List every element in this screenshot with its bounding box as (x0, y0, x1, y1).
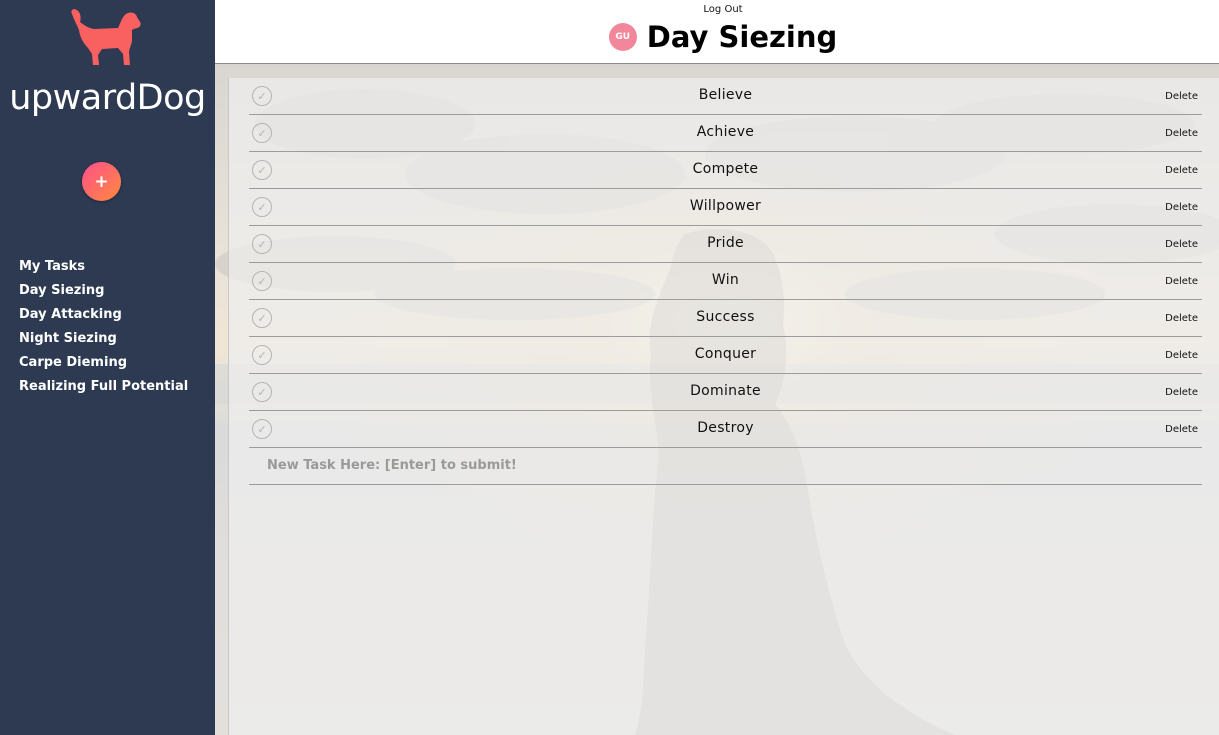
task-title: Dominate (690, 383, 761, 399)
nav-item-day-attacking[interactable]: Day Attacking (19, 306, 188, 330)
task-row: ✓ Dominate Delete (249, 374, 1202, 411)
task-row: ✓ Believe Delete (249, 78, 1202, 115)
header: Log Out GU Day Siezing (215, 0, 1219, 64)
nav-item-realizing-full-potential[interactable]: Realizing Full Potential (19, 378, 188, 402)
new-task-input[interactable] (249, 448, 1202, 483)
task-row: ✓ Compete Delete (249, 152, 1202, 189)
logout-link[interactable]: Log Out (215, 4, 1219, 15)
task-row: ✓ Pride Delete (249, 226, 1202, 263)
nav-item-carpe-dieming[interactable]: Carpe Dieming (19, 354, 188, 378)
task-list: ✓ Believe Delete ✓ Achieve Delete ✓ Comp… (249, 78, 1202, 485)
nav-item-night-siezing[interactable]: Night Siezing (19, 330, 188, 354)
delete-button[interactable]: Delete (1165, 313, 1198, 324)
avatar[interactable]: GU (608, 23, 637, 51)
task-row: ✓ Success Delete (249, 300, 1202, 337)
task-title: Success (696, 309, 755, 325)
brand-name: upwardDog (9, 78, 206, 118)
task-row: ✓ Destroy Delete (249, 411, 1202, 448)
delete-button[interactable]: Delete (1165, 350, 1198, 361)
task-title: Pride (707, 235, 744, 251)
delete-button[interactable]: Delete (1165, 387, 1198, 398)
task-row: ✓ Conquer Delete (249, 337, 1202, 374)
task-title: Believe (698, 87, 753, 103)
delete-button[interactable]: Delete (1165, 239, 1198, 250)
new-task-row (249, 448, 1202, 485)
main-area: ✓ Believe Delete ✓ Achieve Delete ✓ Comp… (215, 64, 1219, 735)
sidebar: upwardDog + My Tasks Day Siezing Day Att… (0, 0, 215, 735)
delete-button[interactable]: Delete (1165, 202, 1198, 213)
delete-button[interactable]: Delete (1165, 276, 1198, 287)
nav-item-my-tasks[interactable]: My Tasks (19, 258, 188, 282)
task-panel: ✓ Believe Delete ✓ Achieve Delete ✓ Comp… (228, 78, 1219, 735)
task-title: Achieve (696, 124, 755, 140)
task-row: ✓ Win Delete (249, 263, 1202, 300)
task-title: Compete (692, 161, 759, 177)
title-bar: GU Day Siezing (215, 20, 1219, 54)
task-row: ✓ Achieve Delete (249, 115, 1202, 152)
page-title: Day Siezing (646, 20, 838, 54)
nav-item-day-siezing[interactable]: Day Siezing (19, 282, 188, 306)
list-nav: My Tasks Day Siezing Day Attacking Night… (19, 258, 188, 402)
plus-icon: + (94, 171, 109, 192)
task-row: ✓ Willpower Delete (249, 189, 1202, 226)
delete-button[interactable]: Delete (1165, 128, 1198, 139)
delete-button[interactable]: Delete (1165, 91, 1198, 102)
dog-logo-icon (71, 9, 141, 65)
task-title: Win (711, 272, 740, 288)
task-title: Destroy (697, 420, 754, 436)
task-title: Conquer (694, 346, 757, 362)
add-list-button[interactable]: + (82, 162, 121, 201)
delete-button[interactable]: Delete (1165, 165, 1198, 176)
delete-button[interactable]: Delete (1165, 424, 1198, 435)
task-title: Willpower (689, 198, 762, 214)
